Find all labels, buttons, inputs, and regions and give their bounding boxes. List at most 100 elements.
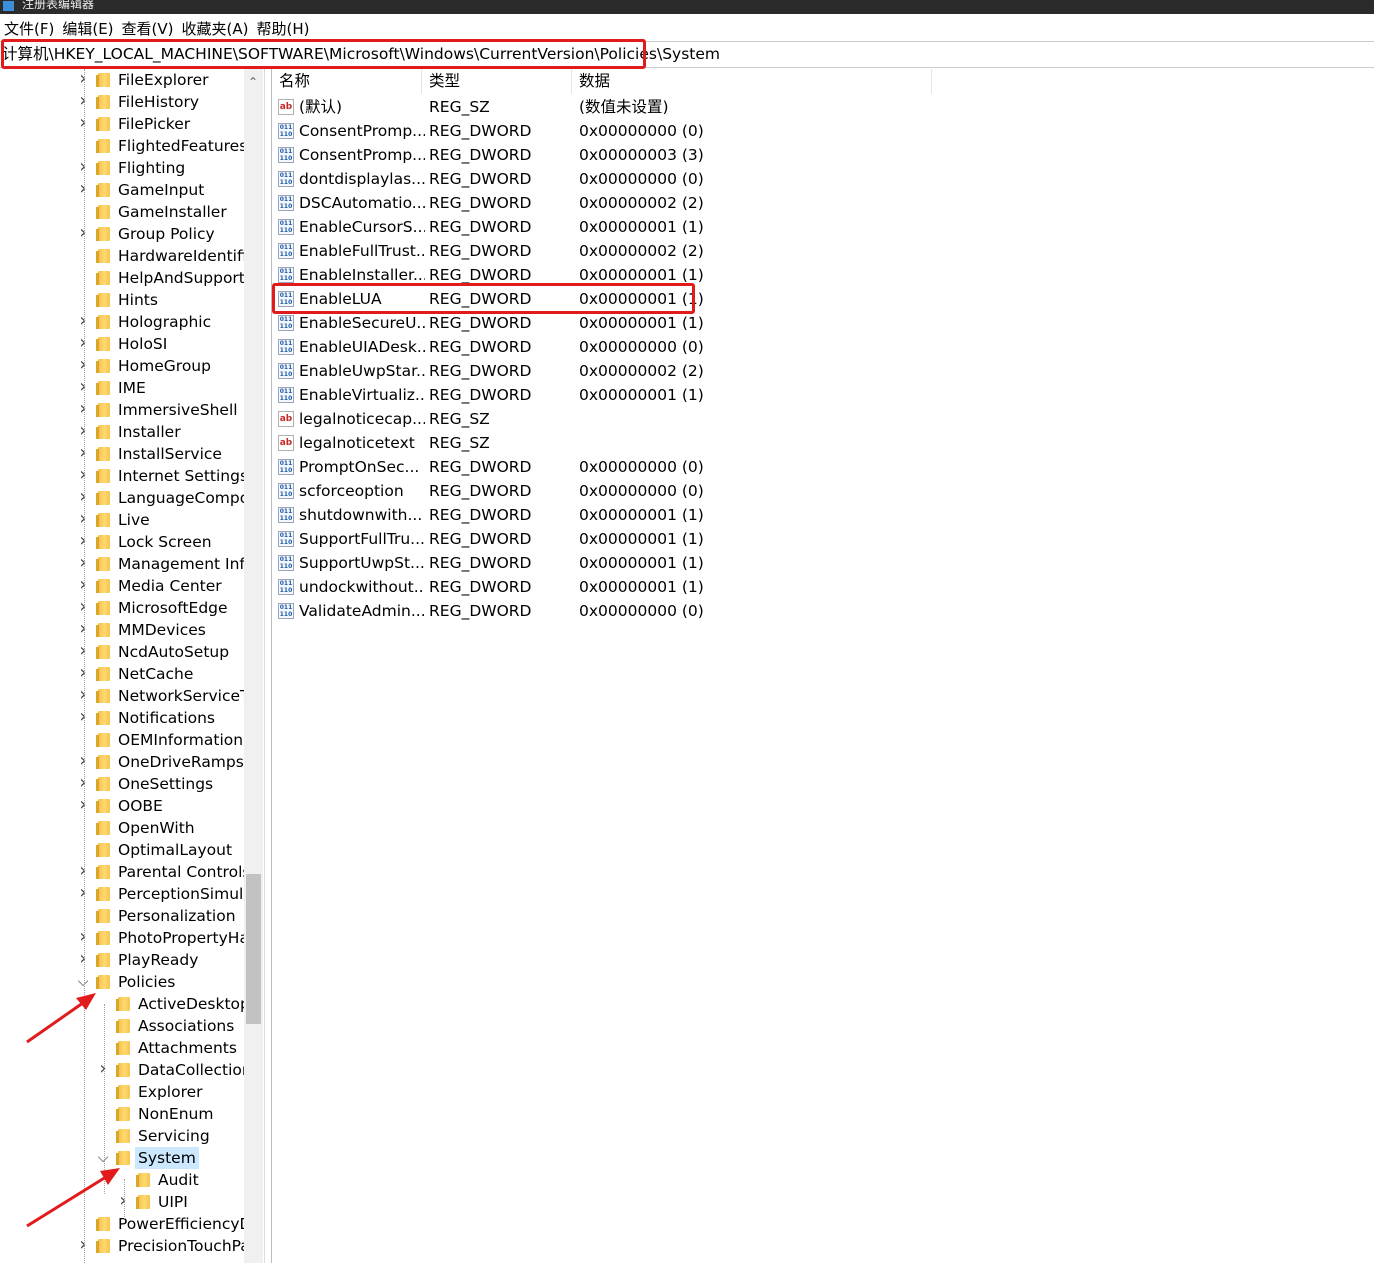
tree-item[interactable]: › InstallService [0, 443, 264, 465]
tree-item[interactable]: › PhotoPropertyHa [0, 927, 264, 949]
tree-item[interactable]: ActiveDesktop [0, 993, 264, 1015]
value-row[interactable]: 011 110 EnableUIADesk... REG_DWORD 0x000000… [272, 335, 972, 359]
pane-splitter[interactable] [264, 69, 272, 1263]
chevron-right-icon[interactable]: › [76, 509, 90, 529]
tree-item[interactable]: › OOBE [0, 795, 264, 817]
tree-item[interactable]: › PerceptionSimula [0, 883, 264, 905]
value-row[interactable]: 011 110 dontdisplaylas... REG_DWORD 0x00000… [272, 167, 972, 191]
menu-view[interactable]: 查看(V) [118, 18, 178, 39]
tree-item[interactable]: › NcdAutoSetup [0, 641, 264, 663]
tree-item[interactable]: › OneDriveRamps [0, 751, 264, 773]
tree-item[interactable]: Hints [0, 289, 264, 311]
tree-item[interactable]: › Lock Screen [0, 531, 264, 553]
tree-item[interactable]: PowerEfficiencyD [0, 1213, 264, 1235]
value-row[interactable]: 011 110 SupportUwpSt... REG_DWORD 0x0000000… [272, 551, 972, 575]
menu-file[interactable]: 文件(F) [0, 18, 58, 39]
tree-item[interactable]: › Flighting [0, 157, 264, 179]
chevron-right-icon[interactable]: › [76, 333, 90, 353]
chevron-right-icon[interactable]: › [76, 311, 90, 331]
menu-favorites[interactable]: 收藏夹(A) [178, 18, 253, 39]
value-row[interactable]: 011 110 ValidateAdmin... REG_DWORD 0x000000… [272, 599, 972, 623]
tree-item[interactable]: › Media Center [0, 575, 264, 597]
value-row[interactable]: ab legalnoticetext REG_SZ [272, 431, 972, 455]
chevron-right-icon[interactable]: › [76, 751, 90, 771]
tree-item[interactable]: › Installer [0, 421, 264, 443]
tree-item[interactable]: › UIPI [0, 1191, 264, 1213]
chevron-right-icon[interactable]: › [76, 355, 90, 375]
value-row[interactable]: ab legalnoticecap... REG_SZ [272, 407, 972, 431]
chevron-right-icon[interactable]: › [76, 179, 90, 199]
chevron-right-icon[interactable]: › [76, 861, 90, 881]
chevron-right-icon[interactable]: › [116, 1191, 130, 1211]
value-row[interactable]: 011 110 EnableFullTrust... REG_DWORD 0x0000… [272, 239, 972, 263]
chevron-right-icon[interactable]: › [76, 443, 90, 463]
tree-scrollbar[interactable]: ⌃ [244, 69, 263, 1263]
tree-item[interactable]: › NetCache [0, 663, 264, 685]
chevron-right-icon[interactable]: › [76, 157, 90, 177]
chevron-right-icon[interactable]: › [76, 465, 90, 485]
tree-item[interactable]: › GameInput [0, 179, 264, 201]
tree-item[interactable]: Audit [0, 1169, 264, 1191]
tree-item[interactable]: › PlayReady [0, 949, 264, 971]
tree-item[interactable]: › HomeGroup [0, 355, 264, 377]
tree-item[interactable]: OpenWith [0, 817, 264, 839]
chevron-right-icon[interactable]: › [76, 531, 90, 551]
chevron-right-icon[interactable]: › [76, 487, 90, 507]
tree-item[interactable]: › NetworkServiceT [0, 685, 264, 707]
value-row[interactable]: 011 110 scforceoption REG_DWORD 0x00000000 … [272, 479, 972, 503]
tree-item[interactable]: › Holographic [0, 311, 264, 333]
chevron-right-icon[interactable]: › [76, 377, 90, 397]
tree-item[interactable]: ⌵ Policies [0, 971, 264, 993]
tree-item[interactable]: › Parental Controls [0, 861, 264, 883]
chevron-right-icon[interactable]: › [76, 553, 90, 573]
tree-item[interactable]: HelpAndSupport [0, 267, 264, 289]
chevron-right-icon[interactable]: › [76, 773, 90, 793]
chevron-right-icon[interactable]: › [76, 685, 90, 705]
menu-edit[interactable]: 编辑(E) [58, 18, 117, 39]
tree-item[interactable]: › FilePicker [0, 113, 264, 135]
value-row[interactable]: 011 110 ConsentPromp... REG_DWORD 0x0000000… [272, 119, 972, 143]
tree-item[interactable]: › MicrosoftEdge [0, 597, 264, 619]
value-row[interactable]: 011 110 SupportFullTru... REG_DWORD 0x00000… [272, 527, 972, 551]
chevron-right-icon[interactable]: › [76, 575, 90, 595]
chevron-right-icon[interactable]: › [76, 663, 90, 683]
chevron-right-icon[interactable]: › [76, 795, 90, 815]
chevron-right-icon[interactable]: › [76, 69, 90, 89]
chevron-right-icon[interactable]: › [76, 949, 90, 969]
tree-item[interactable]: › IME [0, 377, 264, 399]
tree-item[interactable]: GameInstaller [0, 201, 264, 223]
tree-item[interactable]: › FileHistory [0, 91, 264, 113]
tree-item[interactable]: Personalization [0, 905, 264, 927]
tree-item[interactable]: Servicing [0, 1125, 264, 1147]
tree-item[interactable]: OEMInformation [0, 729, 264, 751]
tree-item[interactable]: › Notifications [0, 707, 264, 729]
chevron-right-icon[interactable]: › [76, 223, 90, 243]
tree-item[interactable]: › DataCollection [0, 1059, 264, 1081]
chevron-right-icon[interactable]: › [76, 597, 90, 617]
menu-help[interactable]: 帮助(H) [252, 18, 313, 39]
tree-item[interactable]: NonEnum [0, 1103, 264, 1125]
value-row[interactable]: 011 110 ConsentPromp... REG_DWORD 0x0000000… [272, 143, 972, 167]
value-row[interactable]: 011 110 EnableCursorS... REG_DWORD 0x000000… [272, 215, 972, 239]
tree-item[interactable]: Explorer [0, 1081, 264, 1103]
tree-item[interactable]: Associations [0, 1015, 264, 1037]
chevron-right-icon[interactable]: › [76, 91, 90, 111]
tree-item[interactable]: OptimalLayout [0, 839, 264, 861]
tree-item[interactable]: › MMDevices [0, 619, 264, 641]
tree-item[interactable]: › Management Infr [0, 553, 264, 575]
column-header-data[interactable]: 数据 [572, 69, 932, 94]
chevron-right-icon[interactable]: › [76, 883, 90, 903]
scroll-up-icon[interactable]: ⌃ [248, 75, 258, 89]
tree-item[interactable]: › LanguageCompo [0, 487, 264, 509]
tree-item[interactable]: › OneSettings [0, 773, 264, 795]
chevron-right-icon[interactable]: › [76, 113, 90, 133]
tree-item[interactable]: › Internet Settings [0, 465, 264, 487]
tree-item[interactable]: › Group Policy [0, 223, 264, 245]
chevron-right-icon[interactable]: › [96, 1059, 110, 1079]
tree-scrollbar-thumb[interactable] [246, 874, 261, 1024]
tree-item[interactable]: FlightedFeatures [0, 135, 264, 157]
chevron-right-icon[interactable]: › [76, 619, 90, 639]
tree-item[interactable]: › HoloSI [0, 333, 264, 355]
chevron-right-icon[interactable]: › [76, 421, 90, 441]
value-row[interactable]: 011 110 PromptOnSec... REG_DWORD 0x00000000… [272, 455, 972, 479]
